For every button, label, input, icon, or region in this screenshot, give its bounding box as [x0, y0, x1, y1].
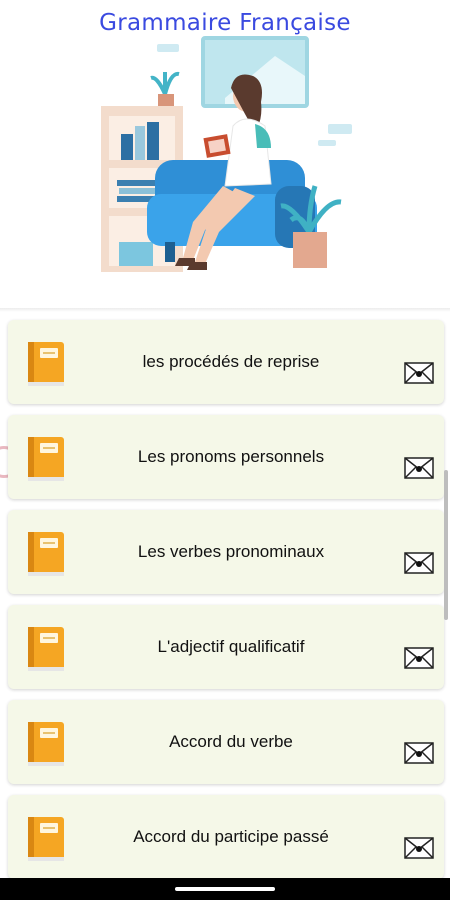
book-icon: [28, 722, 64, 766]
lesson-card[interactable]: Les verbes pronominaux: [8, 510, 444, 594]
mail-icon[interactable]: [404, 457, 434, 479]
mail-icon[interactable]: [404, 362, 434, 384]
lesson-title: les procédés de reprise: [142, 352, 320, 371]
book-icon: [28, 627, 64, 671]
mail-icon[interactable]: [404, 647, 434, 669]
lesson-title: L'adjectif qualificatif: [157, 637, 305, 656]
lesson-card[interactable]: Accord du verbe: [8, 700, 444, 784]
mail-icon[interactable]: [404, 837, 434, 859]
mail-icon[interactable]: [404, 552, 434, 574]
home-gesture-handle[interactable]: [175, 887, 275, 891]
header-divider: [0, 308, 450, 312]
lesson-card[interactable]: Les pronoms personnels: [8, 415, 444, 499]
lesson-card[interactable]: les procédés de reprise: [8, 320, 444, 404]
book-icon: [28, 532, 64, 576]
book-icon: [28, 437, 64, 481]
book-icon: [28, 342, 64, 386]
header: Grammaire Française: [0, 0, 450, 308]
lesson-card[interactable]: L'adjectif qualificatif: [8, 605, 444, 689]
lesson-title: Les verbes pronominaux: [137, 542, 325, 561]
scrollbar[interactable]: [444, 470, 448, 620]
reading-woman-illustration: [101, 36, 352, 272]
lesson-card[interactable]: Accord du participe passé: [8, 795, 444, 879]
lesson-title: Accord du participe passé: [133, 827, 329, 846]
system-nav-bar: [0, 878, 450, 900]
lesson-title: Accord du verbe: [169, 732, 293, 751]
lesson-title: Les pronoms personnels: [137, 447, 325, 466]
mail-icon[interactable]: [404, 742, 434, 764]
app-title: Grammaire Française: [99, 10, 351, 36]
book-icon: [28, 817, 64, 861]
